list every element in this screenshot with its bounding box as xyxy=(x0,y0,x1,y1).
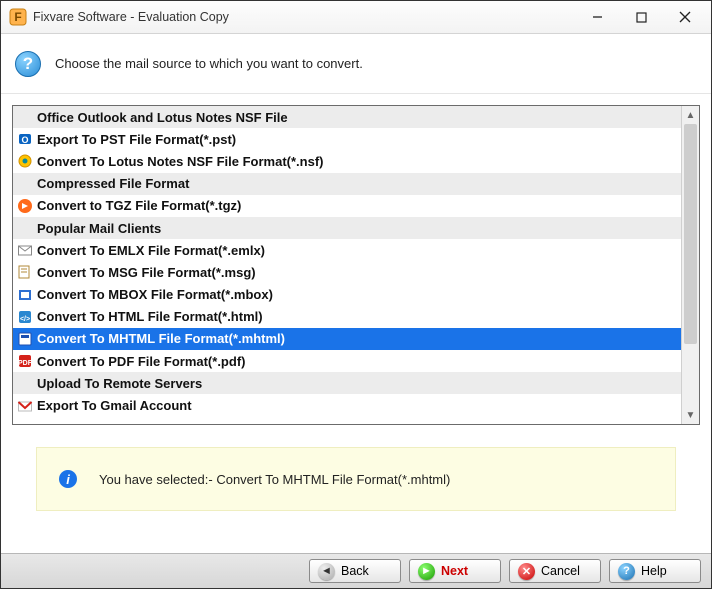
list-item[interactable]: PDF Convert To PDF File Format(*.pdf) xyxy=(13,350,681,372)
msg-icon xyxy=(17,264,33,280)
lotus-icon xyxy=(17,153,33,169)
info-icon: i xyxy=(59,470,77,488)
list-item[interactable]: Convert To MBOX File Format(*.mbox) xyxy=(13,284,681,306)
list-item[interactable]: Convert To MHTML File Format(*.mhtml) xyxy=(13,328,681,350)
back-button-label: Back xyxy=(341,564,369,578)
list-item-label: Convert To HTML File Format(*.html) xyxy=(37,309,263,324)
question-icon: ? xyxy=(15,51,41,77)
list-item-label: Export To Gmail Account xyxy=(37,398,192,413)
window-title: Fixvare Software - Evaluation Copy xyxy=(33,10,575,24)
svg-text:O: O xyxy=(21,135,28,145)
scroll-up-icon[interactable]: ▲ xyxy=(682,106,699,124)
cancel-x-icon: ✕ xyxy=(518,563,535,580)
list-section-header: Compressed File Format xyxy=(13,173,681,195)
list-item[interactable]: Export To Gmail Account xyxy=(13,394,681,416)
svg-text:</>: </> xyxy=(20,316,30,323)
list-item-label: Convert To PDF File Format(*.pdf) xyxy=(37,354,245,369)
minimize-icon xyxy=(592,12,603,23)
mhtml-icon xyxy=(17,331,33,347)
svg-text:PDF: PDF xyxy=(18,360,33,367)
scroll-down-icon[interactable]: ▼ xyxy=(682,406,699,424)
close-icon xyxy=(679,11,691,23)
maximize-button[interactable] xyxy=(619,3,663,32)
app-icon: F xyxy=(9,8,27,26)
outlook-icon: O xyxy=(17,131,33,147)
status-panel: i You have selected:- Convert To MHTML F… xyxy=(36,447,676,511)
maximize-icon xyxy=(636,12,647,23)
list-section-header: Office Outlook and Lotus Notes NSF File xyxy=(13,106,681,128)
gmail-icon xyxy=(17,398,33,414)
help-q-icon: ? xyxy=(618,563,635,580)
svg-text:F: F xyxy=(14,10,21,24)
cancel-button[interactable]: ✕ Cancel xyxy=(509,559,601,583)
instruction-text: Choose the mail source to which you want… xyxy=(55,56,363,71)
list-item-label: Convert To EMLX File Format(*.emlx) xyxy=(37,243,265,258)
mbox-icon xyxy=(17,287,33,303)
scrollbar[interactable]: ▲ ▼ xyxy=(681,106,699,424)
list-item-label: Convert To MSG File Format(*.msg) xyxy=(37,265,256,280)
next-button[interactable]: ► Next xyxy=(409,559,501,583)
status-message: You have selected:- Convert To MHTML Fil… xyxy=(99,472,450,487)
list-item[interactable]: Convert To MSG File Format(*.msg) xyxy=(13,261,681,283)
next-button-label: Next xyxy=(441,564,468,578)
list-item[interactable]: </> Convert To HTML File Format(*.html) xyxy=(13,306,681,328)
cancel-button-label: Cancel xyxy=(541,564,580,578)
instruction-bar: ? Choose the mail source to which you wa… xyxy=(1,34,711,94)
tgz-icon xyxy=(17,198,33,214)
back-button[interactable]: ◄ Back xyxy=(309,559,401,583)
scroll-thumb[interactable] xyxy=(684,124,697,344)
list-item-label: Office Outlook and Lotus Notes NSF File xyxy=(37,110,288,125)
emlx-icon xyxy=(17,242,33,258)
list-item-label: Convert To MBOX File Format(*.mbox) xyxy=(37,287,273,302)
next-arrow-icon: ► xyxy=(418,563,435,580)
list-item-label: Upload To Remote Servers xyxy=(37,376,202,391)
list-item[interactable]: Convert To Lotus Notes NSF File Format(*… xyxy=(13,150,681,172)
list-item-label: Convert To Lotus Notes NSF File Format(*… xyxy=(37,154,324,169)
pdf-icon: PDF xyxy=(17,353,33,369)
format-list[interactable]: Office Outlook and Lotus Notes NSF File O… xyxy=(13,106,681,424)
html-icon: </> xyxy=(17,309,33,325)
format-list-container: Office Outlook and Lotus Notes NSF File O… xyxy=(12,105,700,425)
list-item-label: Popular Mail Clients xyxy=(37,221,161,236)
footer: ◄ Back ► Next ✕ Cancel ? Help xyxy=(1,553,711,588)
list-section-header: Upload To Remote Servers xyxy=(13,372,681,394)
list-item-label: Export To PST File Format(*.pst) xyxy=(37,132,236,147)
list-item-label: Compressed File Format xyxy=(37,176,189,191)
list-item[interactable]: Convert To EMLX File Format(*.emlx) xyxy=(13,239,681,261)
close-button[interactable] xyxy=(663,3,707,32)
list-section-header: Popular Mail Clients xyxy=(13,217,681,239)
titlebar: F Fixvare Software - Evaluation Copy xyxy=(1,1,711,34)
list-item[interactable]: Convert to TGZ File Format(*.tgz) xyxy=(13,195,681,217)
back-arrow-icon: ◄ xyxy=(318,563,335,580)
minimize-button[interactable] xyxy=(575,3,619,32)
list-item-label: Convert To MHTML File Format(*.mhtml) xyxy=(37,331,285,346)
help-button[interactable]: ? Help xyxy=(609,559,701,583)
help-button-label: Help xyxy=(641,564,667,578)
list-item[interactable]: O Export To PST File Format(*.pst) xyxy=(13,128,681,150)
list-item-label: Convert to TGZ File Format(*.tgz) xyxy=(37,198,241,213)
